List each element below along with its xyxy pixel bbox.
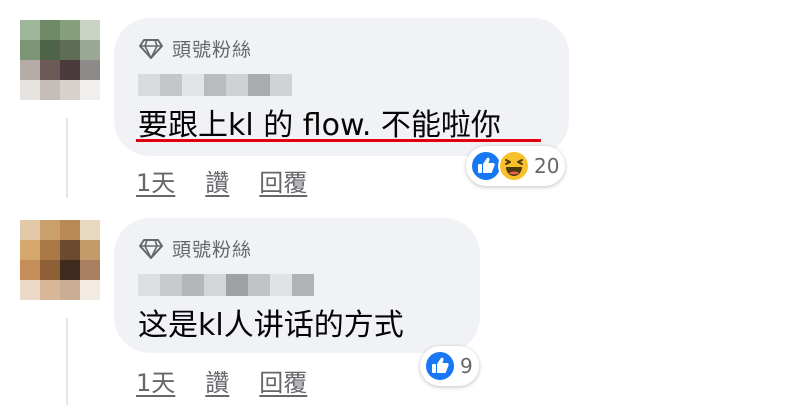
comment-text: 这是kl人讲话的方式: [138, 308, 404, 343]
commenter-name-blurred[interactable]: [138, 74, 292, 96]
avatar-blurred[interactable]: [20, 20, 100, 100]
comment-bubble: 頭號粉絲 这是kl人讲话的方式: [114, 218, 480, 353]
avatar-blurred[interactable]: [20, 220, 100, 300]
reaction-count: 9: [460, 354, 473, 378]
diamond-icon: [139, 38, 163, 59]
thread-line: [66, 318, 68, 405]
like-button[interactable]: 讚: [205, 363, 229, 398]
reply-button[interactable]: 回覆: [259, 163, 307, 198]
red-underline-annotation: [136, 139, 541, 142]
badge-label: 頭號粉絲: [172, 39, 253, 61]
reaction-summary[interactable]: 9: [420, 346, 479, 386]
top-fan-badge[interactable]: 頭號粉絲: [138, 35, 252, 62]
like-button[interactable]: 讚: [205, 163, 229, 198]
comment-actions: 1天 讚 回覆: [136, 163, 307, 198]
timestamp-link[interactable]: 1天: [136, 363, 175, 398]
haha-icon: [498, 150, 530, 182]
top-fan-badge[interactable]: 頭號粉絲: [138, 235, 252, 262]
comment-bubble: 頭號粉絲 要跟上kl 的 flow. 不能啦你: [114, 18, 569, 156]
thread-line: [66, 118, 68, 198]
timestamp-link[interactable]: 1天: [136, 163, 175, 198]
comment-actions: 1天 讚 回覆: [136, 363, 307, 398]
diamond-icon: [139, 238, 163, 259]
like-icon: [424, 350, 456, 382]
reaction-count: 20: [534, 154, 560, 178]
reaction-summary[interactable]: 20: [466, 146, 566, 186]
commenter-name-blurred[interactable]: [138, 274, 314, 296]
badge-label: 頭號粉絲: [172, 239, 253, 261]
reply-button[interactable]: 回覆: [259, 363, 307, 398]
